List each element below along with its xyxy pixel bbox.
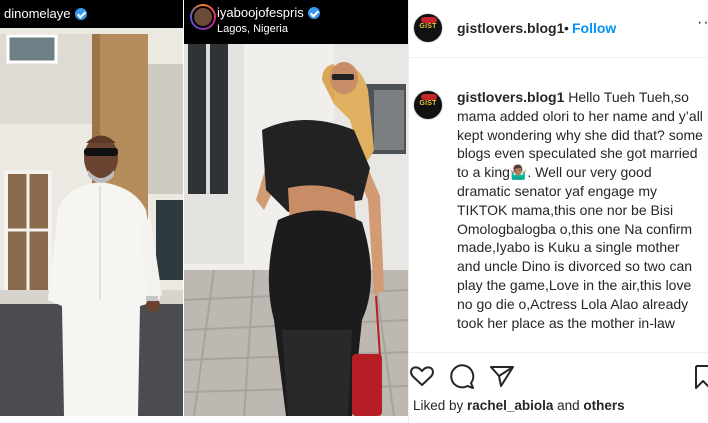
avatar-logo-text: GIST — [419, 100, 437, 107]
post-media[interactable]: dinomelaye iyaboojofespris Lagos, Nigeri… — [0, 0, 408, 423]
actions-divider — [409, 352, 708, 353]
heart-icon[interactable] — [409, 364, 435, 388]
author-username[interactable]: gistlovers.blog1 — [457, 20, 564, 36]
photo-username-iyaboojofespris: iyaboojofespris — [217, 5, 320, 20]
post-sidebar: GIST gistlovers.blog1 • Follow ··· GIST … — [408, 0, 708, 423]
likes-summary: Liked by rachel_abiola and others — [413, 398, 625, 413]
verified-badge-icon — [74, 7, 87, 20]
comment-icon[interactable] — [449, 364, 475, 390]
caption-username[interactable]: gistlovers.blog1 — [457, 89, 564, 105]
photo-iyaboojofespris-image — [184, 0, 408, 416]
verified-badge-icon — [307, 6, 320, 19]
post-header: GIST gistlovers.blog1 • Follow ··· — [409, 0, 708, 58]
author-avatar[interactable]: GIST — [413, 13, 443, 43]
likes-prefix: Liked by — [413, 398, 468, 413]
post-caption: gistlovers.blog1 Hello Tueh Tueh,so mama… — [457, 88, 703, 346]
photo-dinomelaye: dinomelaye — [0, 0, 183, 416]
bookmark-icon[interactable] — [693, 364, 708, 390]
avatar-logo-text: GIST — [419, 23, 437, 30]
liked-by-user[interactable]: rachel_abiola — [467, 398, 553, 413]
photo-iyaboojofespris: iyaboojofespris Lagos, Nigeria — [184, 0, 408, 416]
story-avatar — [190, 4, 216, 30]
caption-avatar[interactable]: GIST — [413, 90, 443, 120]
likes-others-link[interactable]: others — [583, 398, 624, 413]
username-text: iyaboojofespris — [217, 5, 304, 20]
caption-text: Hello Tueh Tueh,so mama added olori to h… — [457, 89, 703, 331]
share-icon[interactable] — [489, 364, 515, 388]
likes-middle: and — [553, 398, 584, 413]
photo-location: Lagos, Nigeria — [217, 23, 288, 35]
more-options-icon[interactable]: ··· — [697, 14, 708, 32]
photo-username-dinomelaye: dinomelaye — [4, 6, 87, 21]
follow-button[interactable]: Follow — [572, 20, 616, 36]
header-separator: • — [564, 20, 569, 36]
photo-dinomelaye-image — [0, 0, 183, 416]
username-text: dinomelaye — [4, 6, 71, 21]
